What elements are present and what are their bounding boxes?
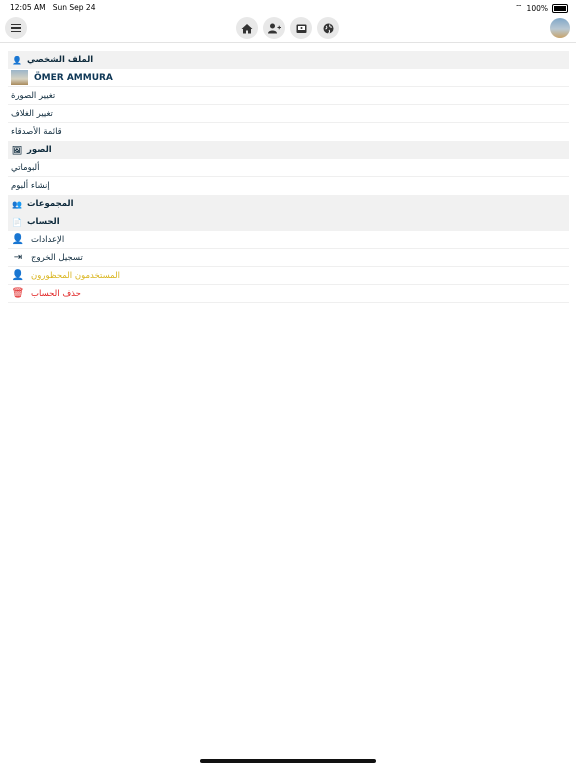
battery-percent: 100%	[526, 3, 548, 13]
globe-icon	[323, 23, 333, 34]
explore-button[interactable]	[317, 17, 339, 39]
create-album-label: إنشاء ألبوم	[11, 181, 50, 191]
battery-icon	[552, 3, 568, 13]
my-albums-label: ألبوماتي	[11, 162, 40, 173]
friends-list-label: قائمة الأصدقاء	[11, 127, 62, 137]
messages-icon	[296, 24, 306, 33]
user-settings-icon: 👤	[11, 234, 25, 245]
messages-button[interactable]	[290, 17, 312, 39]
logout-label: تسجيل الخروج	[31, 252, 83, 263]
settings-label: الإعدادات	[31, 234, 65, 245]
logout-item[interactable]: ⇥ تسجيل الخروج	[8, 249, 569, 267]
images-icon: 🖼	[11, 145, 23, 155]
user-icon: 👤	[12, 55, 22, 65]
status-time-date: 12:05 AM Sun Sep 24	[10, 3, 96, 12]
section-header-photos: 🖼 الصور	[8, 141, 569, 159]
create-album-item[interactable]: إنشاء ألبوم	[8, 177, 569, 195]
add-user-icon	[267, 23, 281, 33]
top-navigation-bar	[0, 14, 576, 43]
change-cover-item[interactable]: تغيير الغلاف	[8, 105, 569, 123]
groups-header-label: المجموعات	[27, 199, 74, 209]
menu-list: 👤 الملف الشخصي ÖMER AMMURA تغيير الصورة …	[8, 51, 569, 303]
change-photo-label: تغيير الصورة	[11, 90, 56, 101]
menu-button[interactable]	[5, 17, 27, 39]
section-header-groups[interactable]: 👥 المجموعات	[8, 195, 569, 213]
change-photo-item[interactable]: تغيير الصورة	[8, 87, 569, 105]
my-albums-item[interactable]: ألبوماتي	[8, 159, 569, 177]
home-icon	[241, 23, 253, 33]
add-friend-button[interactable]	[263, 17, 285, 39]
blocked-users-item[interactable]: 👤 المستخدمون المحظورون	[8, 267, 569, 285]
avatar[interactable]	[550, 18, 570, 38]
home-indicator	[200, 759, 376, 763]
change-cover-label: تغيير الغلاف	[11, 108, 53, 119]
blocked-user-icon: 👤	[11, 270, 25, 281]
status-bar: 12:05 AM Sun Sep 24 ⌔ 100%	[0, 0, 576, 14]
profile-item[interactable]: ÖMER AMMURA	[8, 69, 569, 87]
profile-thumbnail	[11, 70, 28, 85]
profile-name: ÖMER AMMURA	[34, 72, 113, 83]
blocked-users-label: المستخدمون المحظورون	[31, 270, 121, 281]
settings-item[interactable]: 👤 الإعدادات	[8, 231, 569, 249]
account-header-label: الحساب	[27, 217, 60, 227]
logout-icon: ⇥	[13, 252, 23, 263]
section-header-account: 📄 الحساب	[8, 213, 569, 231]
photos-header-label: الصور	[27, 145, 52, 155]
trash-icon: 🗑	[11, 288, 25, 299]
home-button[interactable]	[236, 17, 258, 39]
section-header-profile: 👤 الملف الشخصي	[8, 51, 569, 69]
delete-account-label: حذف الحساب	[31, 288, 81, 299]
delete-account-item[interactable]: 🗑 حذف الحساب	[8, 285, 569, 303]
friends-list-item[interactable]: قائمة الأصدقاء	[8, 123, 569, 141]
status-right: ⌔ 100%	[515, 3, 568, 13]
profile-header-label: الملف الشخصي	[27, 55, 94, 65]
users-icon: 👥	[12, 199, 22, 209]
menu-icon	[11, 24, 21, 32]
document-icon: 📄	[12, 217, 22, 227]
wifi-icon: ⌔	[515, 3, 523, 12]
